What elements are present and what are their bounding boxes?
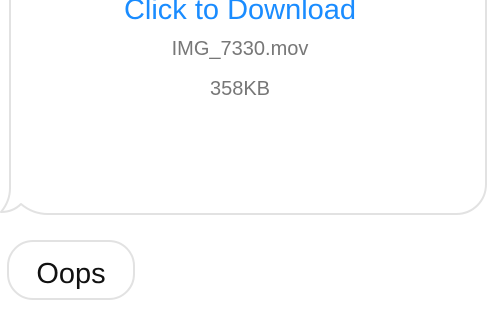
file-name: IMG_7330.mov xyxy=(171,38,309,60)
message-thread: Click to Download IMG_7330.mov 358KB Oop… xyxy=(0,0,490,310)
file-size: 358KB xyxy=(209,78,271,100)
attachment-bubble[interactable] xyxy=(0,0,490,220)
message-bubble[interactable]: Oops xyxy=(7,240,135,300)
download-link[interactable]: Click to Download xyxy=(30,0,450,27)
attachment-bubble-outline xyxy=(0,0,487,215)
message-text: Oops xyxy=(36,258,106,290)
